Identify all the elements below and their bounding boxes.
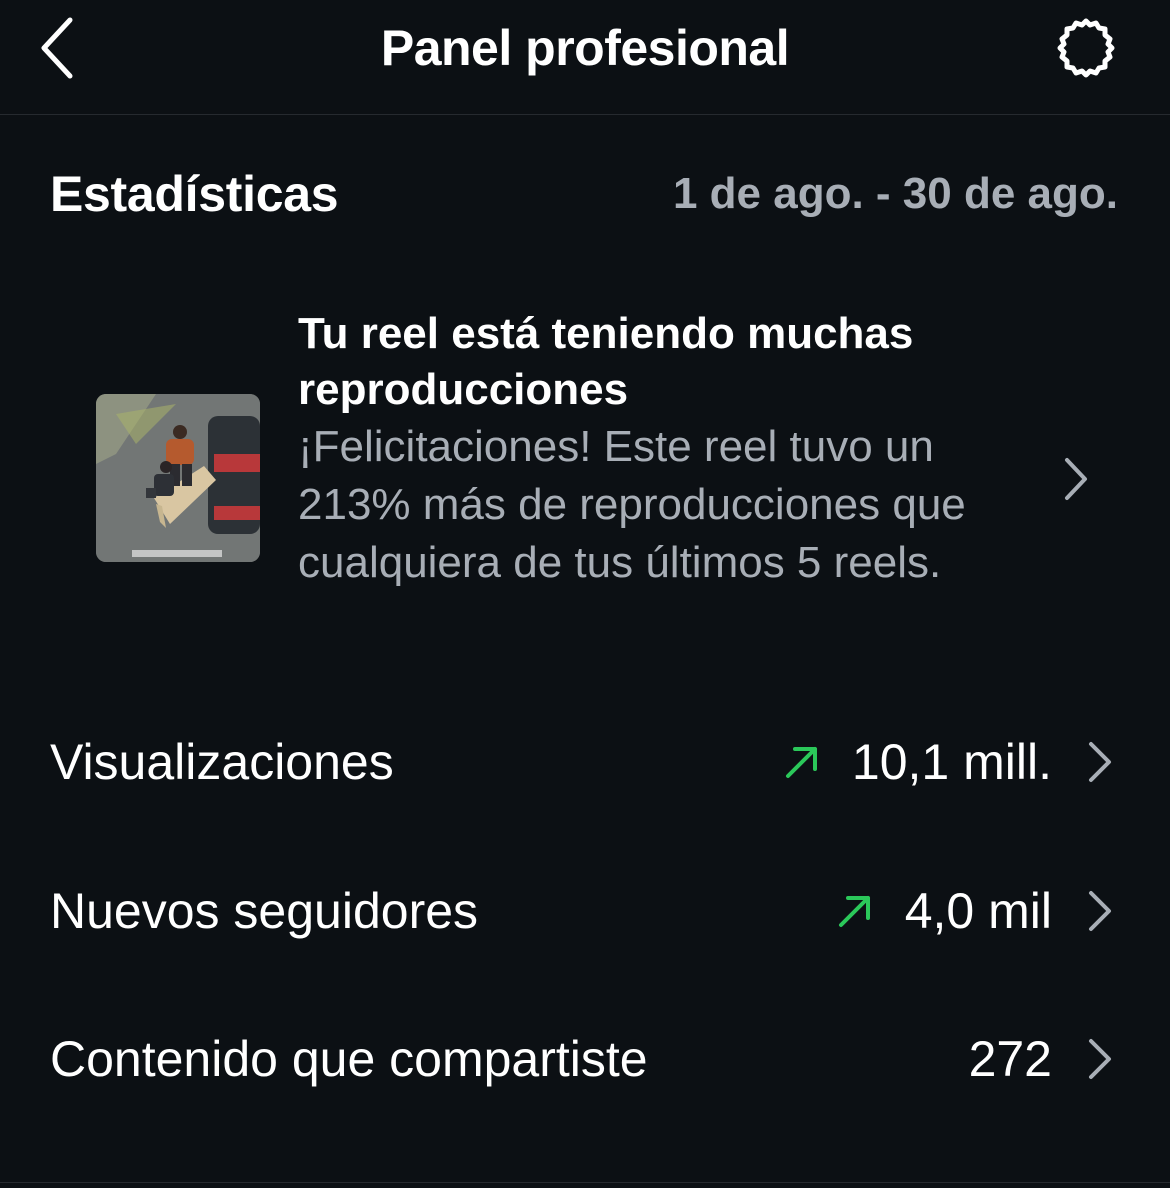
metric-value-group: 10,1 mill. xyxy=(780,732,1114,792)
metric-label: Nuevos seguidores xyxy=(50,883,479,939)
insight-text: Tu reel está teniendo muchas reproduccio… xyxy=(298,306,1028,592)
metric-row-new-followers[interactable]: Nuevos seguidores 4,0 mil xyxy=(0,861,1170,961)
date-range[interactable]: 1 de ago. - 30 de ago. xyxy=(673,164,1118,224)
divider xyxy=(0,1182,1170,1183)
metric-value: 4,0 mil xyxy=(904,883,1052,939)
metric-row-shared-content[interactable]: Contenido que compartiste 272 xyxy=(0,1009,1170,1109)
top-bar: Panel profesional xyxy=(0,0,1170,115)
insight-body: ¡Felicitaciones! Este reel tuvo un 213% … xyxy=(298,422,966,587)
chevron-right-icon xyxy=(1086,738,1114,786)
metric-value-group: 272 xyxy=(969,1029,1114,1089)
chevron-right-icon xyxy=(1086,1035,1114,1083)
gear-icon xyxy=(1057,18,1115,78)
metric-label: Contenido que compartiste xyxy=(50,1031,648,1087)
reel-insight-card[interactable]: Tu reel está teniendo muchas reproduccio… xyxy=(0,300,1170,660)
metric-value-group: 4,0 mil xyxy=(833,881,1114,941)
settings-button[interactable] xyxy=(1046,12,1126,84)
metric-label: Visualizaciones xyxy=(50,734,394,790)
chevron-right-icon xyxy=(1086,887,1114,935)
metric-value: 272 xyxy=(968,1031,1052,1087)
metric-row-views[interactable]: Visualizaciones 10,1 mill. xyxy=(0,712,1170,812)
page-title: Panel profesional xyxy=(380,20,790,76)
chevron-right-icon xyxy=(1056,454,1096,504)
section-title: Estadísticas xyxy=(50,166,339,222)
insight-title: Tu reel está teniendo muchas reproduccio… xyxy=(298,309,914,414)
metric-value: 10,1 mill. xyxy=(851,734,1052,790)
trend-up-icon xyxy=(780,740,824,784)
trend-up-icon xyxy=(833,889,877,933)
reel-thumbnail xyxy=(96,394,260,562)
